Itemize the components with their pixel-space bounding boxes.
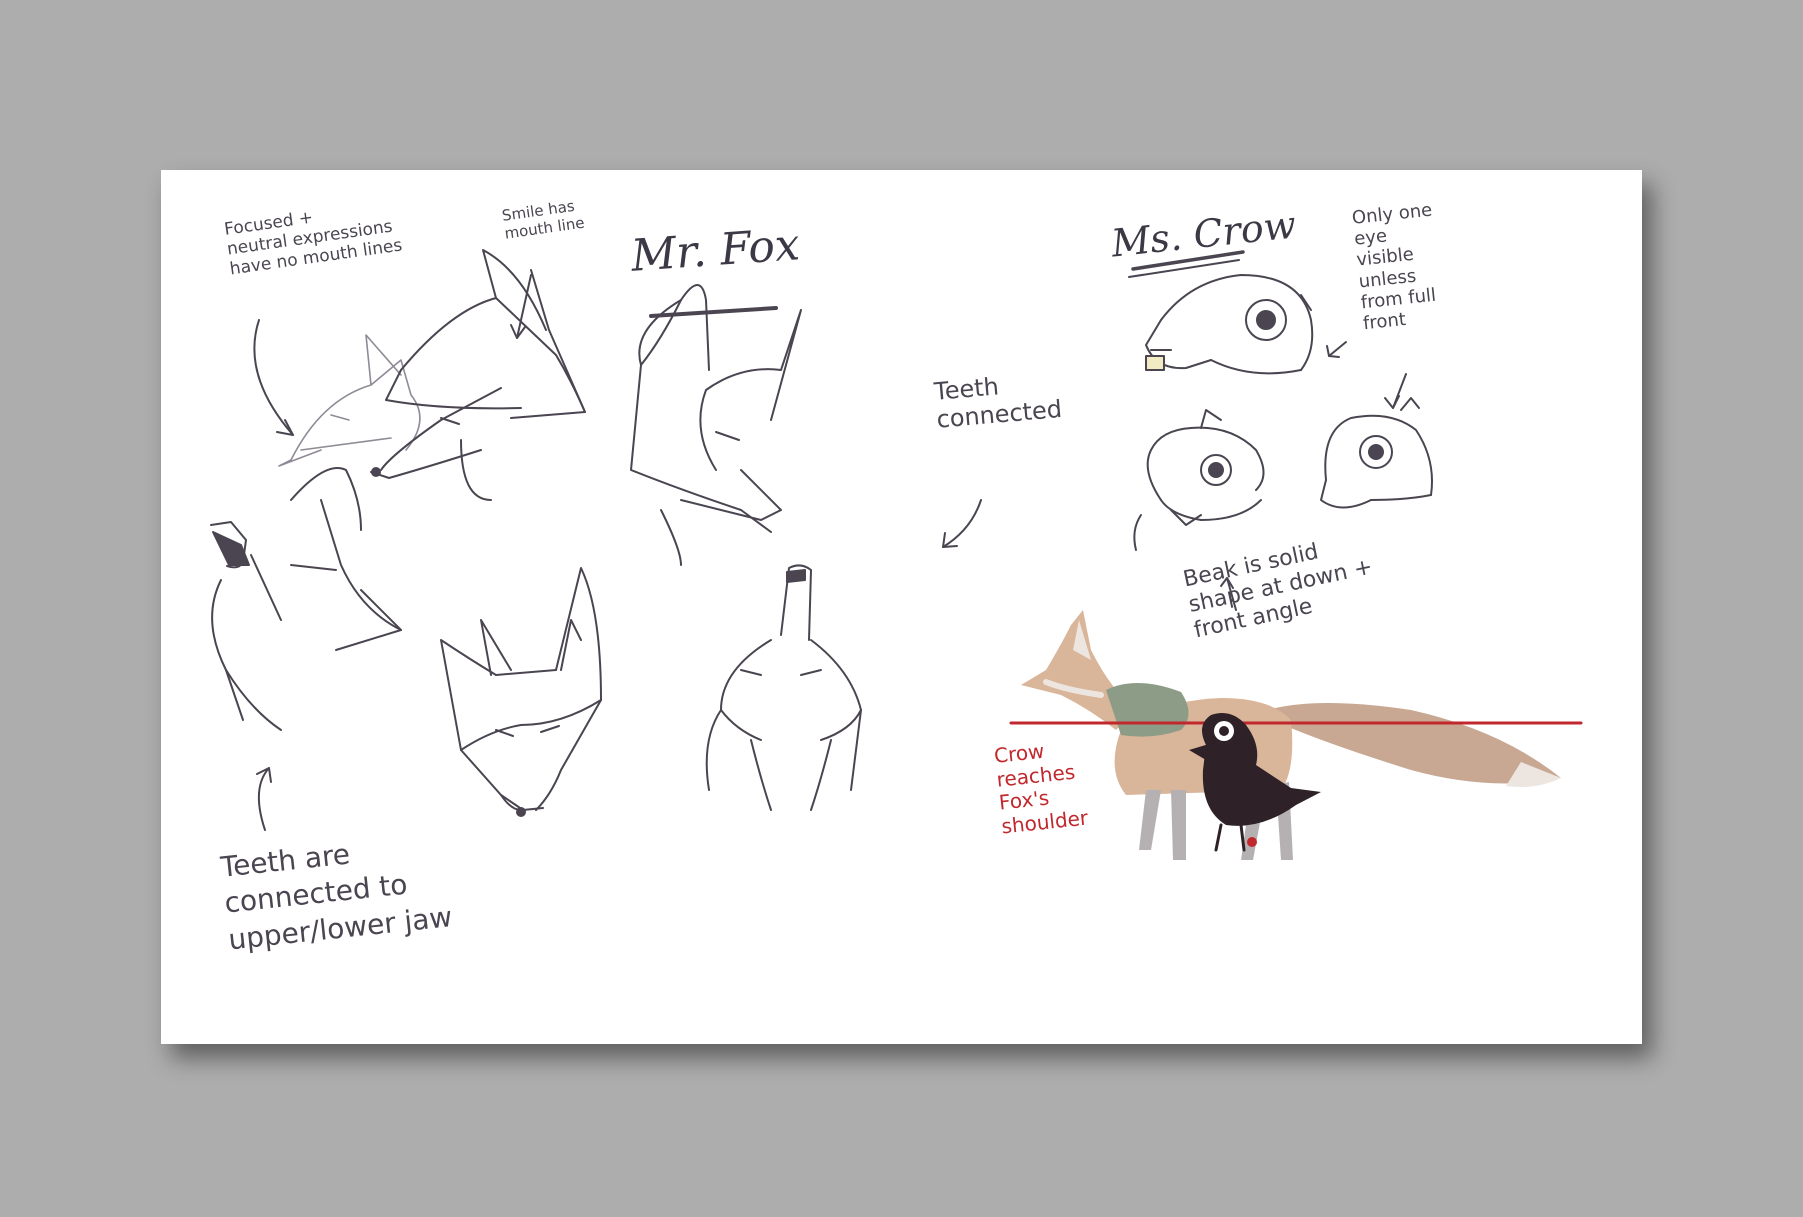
fox-title-underline bbox=[649, 306, 778, 318]
concept-sheet: Mr. Fox Ms. Crow Focused + neutral expre… bbox=[161, 170, 1642, 1044]
note-teeth-jaw: Teeth are connected to upper/lower jaw bbox=[219, 837, 454, 957]
note-teeth-connected: Teeth connected bbox=[933, 372, 1064, 435]
fox-head-neutral-faint bbox=[278, 334, 421, 467]
crow-head-side bbox=[1145, 274, 1314, 375]
arrow-eye bbox=[1328, 341, 1347, 357]
note-height: Crow reaches Fox's shoulder bbox=[992, 738, 1090, 839]
fox-head-front bbox=[440, 567, 602, 817]
fox-head-teeth bbox=[630, 284, 802, 566]
crow-head-three-quarter bbox=[1320, 397, 1433, 509]
fox-scarf bbox=[1106, 682, 1189, 737]
fox-full-body bbox=[1021, 610, 1561, 860]
arrow-teeth bbox=[942, 499, 982, 548]
fox-head-smile bbox=[370, 249, 586, 501]
fox-head-looking-up bbox=[210, 467, 402, 731]
fox-head-top-view bbox=[705, 564, 862, 811]
crow-head-front bbox=[1133, 409, 1265, 551]
arrow-expressions bbox=[253, 319, 294, 436]
arrow-jaw bbox=[257, 767, 270, 831]
note-one-eye: Only one eye visible unless from full fr… bbox=[1351, 199, 1438, 335]
